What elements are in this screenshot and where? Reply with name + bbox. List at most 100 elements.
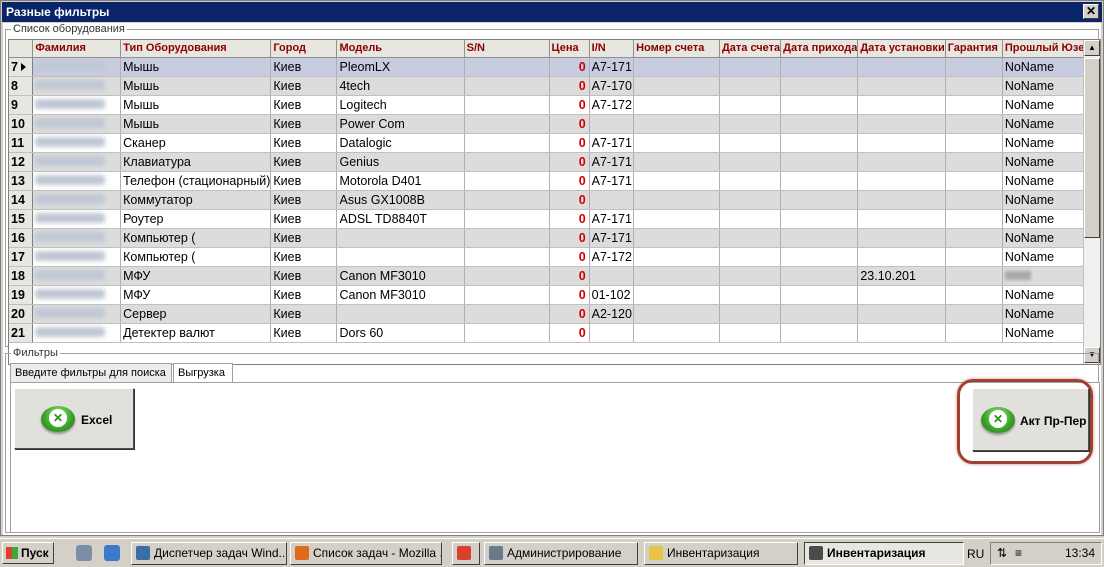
grid-cell[interactable] bbox=[32, 152, 122, 172]
grid-cell[interactable]: Сервер bbox=[120, 304, 272, 324]
grid-cell[interactable] bbox=[32, 285, 122, 305]
column-header-12[interactable]: Гарантия bbox=[945, 40, 1003, 58]
grid-cell[interactable] bbox=[633, 114, 720, 134]
grid-cell[interactable] bbox=[32, 57, 122, 77]
grid-cell[interactable] bbox=[719, 209, 782, 229]
grid-cell[interactable]: Киев bbox=[270, 323, 338, 343]
grid-cell[interactable] bbox=[464, 209, 550, 229]
grid-cell[interactable] bbox=[857, 323, 946, 343]
grid-cell[interactable] bbox=[857, 285, 946, 305]
grid-cell[interactable] bbox=[945, 190, 1003, 210]
grid-cell[interactable] bbox=[719, 95, 782, 115]
table-row[interactable]: 12 Клавиатура Киев Genius 0 A7-171 NoName bbox=[9, 152, 1100, 172]
column-header-6[interactable]: Цена bbox=[549, 40, 590, 58]
grid-cell[interactable]: Телефон (стационарный) bbox=[120, 171, 272, 191]
grid-cell[interactable]: PleomLX bbox=[336, 57, 465, 77]
taskbar-item[interactable]: Диспетчер задач Wind... bbox=[131, 542, 287, 565]
grid-cell[interactable] bbox=[945, 247, 1003, 267]
grid-cell[interactable] bbox=[945, 133, 1003, 153]
table-row[interactable]: 21 Детектер валют Киев Dors 60 0 NoName bbox=[9, 323, 1100, 343]
grid-cell[interactable] bbox=[719, 266, 782, 286]
scroll-thumb[interactable] bbox=[1084, 58, 1100, 238]
grid-cell[interactable]: Киев bbox=[270, 285, 338, 305]
grid-cell[interactable] bbox=[780, 285, 859, 305]
grid-cell[interactable] bbox=[945, 171, 1003, 191]
grid-cell[interactable] bbox=[857, 114, 946, 134]
grid-cell[interactable] bbox=[719, 247, 782, 267]
grid-cell[interactable] bbox=[945, 57, 1003, 77]
table-row[interactable]: 18 МФУ Киев Canon MF3010 0 23.10.201 bbox=[9, 266, 1100, 286]
grid-cell[interactable] bbox=[780, 76, 859, 96]
grid-cell[interactable]: Компьютер ( bbox=[120, 247, 272, 267]
column-header-3[interactable]: Город bbox=[270, 40, 338, 58]
grid-cell[interactable]: 11 bbox=[9, 133, 34, 153]
grid-cell[interactable] bbox=[857, 209, 946, 229]
grid-cell[interactable] bbox=[32, 209, 122, 229]
grid-cell[interactable] bbox=[633, 266, 720, 286]
grid-cell[interactable]: 0 bbox=[549, 247, 590, 267]
grid-cell[interactable]: 0 bbox=[549, 209, 590, 229]
grid-cell[interactable] bbox=[633, 57, 720, 77]
grid-cell[interactable]: A7-171 bbox=[589, 133, 635, 153]
grid-cell[interactable]: Asus GX1008B bbox=[336, 190, 465, 210]
grid-cell[interactable] bbox=[945, 76, 1003, 96]
grid-cell[interactable] bbox=[633, 171, 720, 191]
grid-cell[interactable]: A2-120 bbox=[589, 304, 635, 324]
grid-cell[interactable] bbox=[32, 95, 122, 115]
language-indicator[interactable]: RU bbox=[967, 547, 984, 561]
grid-cell[interactable] bbox=[780, 133, 859, 153]
grid-cell[interactable] bbox=[464, 285, 550, 305]
grid-cell[interactable]: 0 bbox=[549, 190, 590, 210]
grid-cell[interactable]: 15 bbox=[9, 209, 34, 229]
column-header-11[interactable]: Дата установки bbox=[857, 40, 946, 58]
grid-cell[interactable] bbox=[945, 323, 1003, 343]
grid-cell[interactable] bbox=[32, 190, 122, 210]
grid-cell[interactable]: Киев bbox=[270, 190, 338, 210]
grid-cell[interactable]: Мышь bbox=[120, 76, 272, 96]
grid-cell[interactable]: Datalogic bbox=[336, 133, 465, 153]
grid-cell[interactable]: A7-172 bbox=[589, 95, 635, 115]
table-row[interactable]: 16 Компьютер (Киев 0 A7-171 NoName bbox=[9, 228, 1100, 248]
table-row[interactable]: 10 Мышь Киев Power Com 0 NoName bbox=[9, 114, 1100, 134]
act-transfer-button[interactable]: ✕ Акт Пр-Пер bbox=[972, 388, 1089, 451]
table-row[interactable]: 7 Мышь Киев PleomLX 0 A7-171 NoName bbox=[9, 57, 1100, 77]
column-header-8[interactable]: Номер счета bbox=[633, 40, 720, 58]
grid-cell[interactable] bbox=[589, 114, 635, 134]
grid-cell[interactable] bbox=[32, 323, 122, 343]
grid-cell[interactable] bbox=[857, 228, 946, 248]
grid-cell[interactable]: Киев bbox=[270, 228, 338, 248]
grid-cell[interactable] bbox=[857, 57, 946, 77]
tab-search-filters[interactable]: Введите фильтры для поиска bbox=[10, 363, 172, 383]
grid-cell[interactable] bbox=[464, 133, 550, 153]
grid-cell[interactable] bbox=[719, 190, 782, 210]
grid-cell[interactable]: 0 bbox=[549, 323, 590, 343]
taskbar-item[interactable]: Инвентаризация bbox=[804, 542, 964, 565]
grid-cell[interactable] bbox=[780, 323, 859, 343]
grid-cell[interactable] bbox=[633, 133, 720, 153]
grid-cell[interactable] bbox=[464, 228, 550, 248]
grid-cell[interactable]: 0 bbox=[549, 57, 590, 77]
grid-cell[interactable]: Мышь bbox=[120, 114, 272, 134]
column-header-4[interactable]: Модель bbox=[336, 40, 465, 58]
grid-cell[interactable] bbox=[857, 133, 946, 153]
grid-cell[interactable]: A7-172 bbox=[589, 247, 635, 267]
grid-cell[interactable] bbox=[945, 304, 1003, 324]
grid-cell[interactable] bbox=[633, 285, 720, 305]
grid-cell[interactable]: Мышь bbox=[120, 95, 272, 115]
grid-cell[interactable] bbox=[633, 76, 720, 96]
grid-cell[interactable] bbox=[336, 228, 465, 248]
close-button[interactable]: ✕ bbox=[1083, 4, 1099, 19]
grid-cell[interactable] bbox=[32, 228, 122, 248]
grid-cell[interactable] bbox=[464, 323, 550, 343]
grid-cell[interactable]: 0 bbox=[549, 228, 590, 248]
table-row[interactable]: 15 Роутер Киев ADSL TD8840T 0 A7-171 NoName bbox=[9, 209, 1100, 229]
taskbar-item[interactable]: Инвентаризация bbox=[644, 542, 798, 565]
table-row[interactable]: 17 Компьютер (Киев 0 A7-172 NoName bbox=[9, 247, 1100, 267]
grid-cell[interactable] bbox=[719, 152, 782, 172]
grid-cell[interactable]: 17 bbox=[9, 247, 34, 267]
grid-cell[interactable]: A7-171 bbox=[589, 228, 635, 248]
grid-cell[interactable] bbox=[780, 304, 859, 324]
grid-cell[interactable] bbox=[589, 323, 635, 343]
grid-cell[interactable]: Киев bbox=[270, 133, 338, 153]
grid-cell[interactable]: Коммутатор bbox=[120, 190, 272, 210]
